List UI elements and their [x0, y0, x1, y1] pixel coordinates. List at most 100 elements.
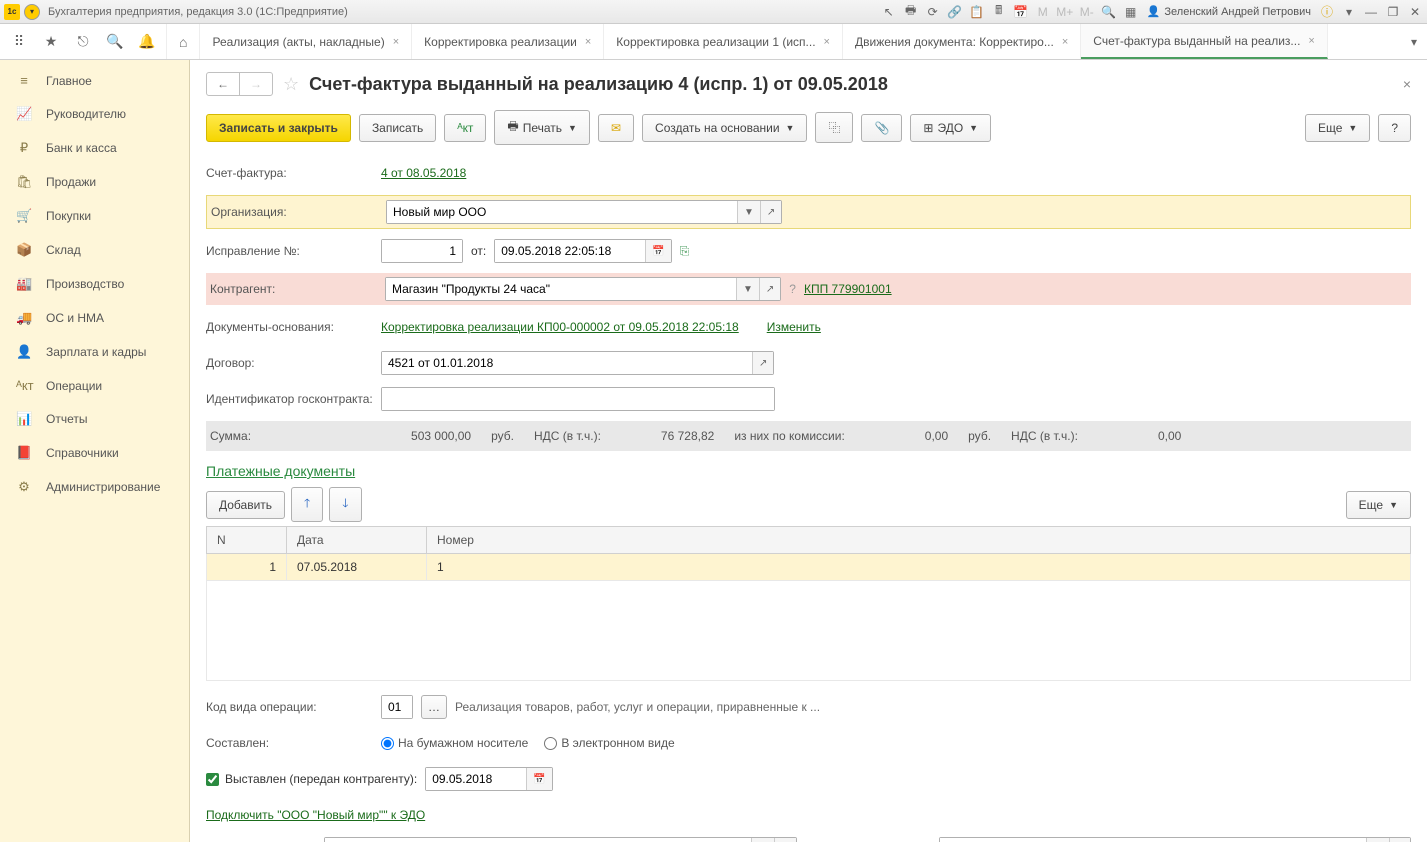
close-icon[interactable]: ×: [824, 36, 830, 48]
add-button[interactable]: Добавить: [206, 491, 285, 519]
home-icon[interactable]: ⌂: [179, 34, 187, 50]
open-icon[interactable]: ↗: [752, 352, 773, 374]
tab-dvizheniya[interactable]: Движения документа: Корректиро...×: [843, 24, 1081, 59]
apps-icon[interactable]: ⠿: [10, 33, 28, 50]
mail-button[interactable]: ✉: [598, 114, 634, 142]
sidebar-item-catalogs[interactable]: 📕Справочники: [0, 436, 189, 470]
calendar-icon[interactable]: 📅: [526, 768, 551, 790]
m-icon[interactable]: M: [1035, 4, 1051, 20]
sidebar-item-os[interactable]: 🚚ОС и НМА: [0, 301, 189, 335]
org-input[interactable]: [387, 201, 737, 223]
sidebar-item-warehouse[interactable]: 📦Склад: [0, 233, 189, 267]
back-button[interactable]: ←: [207, 73, 240, 95]
radio-electronic[interactable]: В электронном виде: [544, 736, 674, 750]
reg-icon[interactable]: ⎘: [680, 244, 690, 259]
info-icon[interactable]: ⓘ: [1319, 4, 1335, 20]
forward-button[interactable]: →: [240, 73, 272, 95]
col-n[interactable]: N: [207, 527, 287, 554]
corr-num-input[interactable]: [382, 240, 462, 262]
maximize-icon[interactable]: ❐: [1385, 4, 1401, 20]
contr-input[interactable]: [386, 278, 736, 300]
edo-button[interactable]: ⊞ЭДО▼: [910, 114, 991, 142]
sidebar-item-reports[interactable]: 📊Отчеты: [0, 402, 189, 436]
history-icon[interactable]: ⎋: [74, 33, 92, 50]
dropdown-icon[interactable]: ▼: [736, 278, 759, 300]
up-button[interactable]: 🡑: [291, 487, 323, 522]
change-link[interactable]: Изменить: [767, 320, 821, 334]
sidebar-item-bank[interactable]: ₽Банк и касса: [0, 131, 189, 165]
down-button[interactable]: 🡓: [329, 487, 361, 522]
sidebar-item-sales[interactable]: 🛍Продажи: [0, 165, 189, 199]
issued-checkbox[interactable]: Выставлен (передан контрагенту):: [206, 772, 417, 786]
basis-link[interactable]: Корректировка реализации КП00-000002 от …: [381, 320, 739, 334]
table-more-button[interactable]: Еще▼: [1346, 491, 1411, 519]
tab-realizatsiya[interactable]: Реализация (акты, накладные)×: [200, 24, 412, 59]
close-window-icon[interactable]: ✕: [1407, 4, 1423, 20]
kpp-link[interactable]: КПП 779901001: [804, 282, 892, 296]
m-plus-icon[interactable]: M+: [1057, 4, 1073, 20]
dropdown-icon[interactable]: ▼: [751, 838, 774, 842]
star-icon[interactable]: ★: [42, 33, 60, 50]
sidebar-item-manager[interactable]: 📈Руководителю: [0, 97, 189, 131]
accountant-input[interactable]: [940, 838, 1366, 842]
sidebar-item-purchases[interactable]: 🛒Покупки: [0, 199, 189, 233]
m-minus-icon[interactable]: M-: [1079, 4, 1095, 20]
more-button[interactable]: Еще▼: [1305, 114, 1370, 142]
sidebar-item-production[interactable]: 🏭Производство: [0, 267, 189, 301]
calendar-icon[interactable]: 📅: [1013, 4, 1029, 20]
sidebar-item-admin[interactable]: ⚙Администрирование: [0, 470, 189, 504]
refresh-icon[interactable]: ⟳: [925, 4, 941, 20]
dropdown-icon[interactable]: ▼: [1366, 838, 1389, 842]
open-icon[interactable]: ↗: [759, 278, 780, 300]
save-button[interactable]: Записать: [359, 114, 436, 142]
open-icon[interactable]: ↗: [774, 838, 795, 842]
col-num[interactable]: Номер: [427, 527, 1411, 554]
link-icon[interactable]: 🔗: [947, 4, 963, 20]
minimize-icon[interactable]: —: [1363, 4, 1379, 20]
tab-korrektirovka[interactable]: Корректировка реализации×: [412, 24, 604, 59]
user-label[interactable]: 👤 Зеленский Андрей Петрович: [1147, 5, 1311, 18]
issued-date-input[interactable]: [426, 768, 526, 790]
sidebar-item-operations[interactable]: ᴬкᴛОперации: [0, 369, 189, 402]
sidebar-item-salary[interactable]: 👤Зарплата и кадры: [0, 335, 189, 369]
close-icon[interactable]: ×: [1308, 35, 1314, 47]
info-dropdown-icon[interactable]: ▾: [1341, 4, 1357, 20]
open-icon[interactable]: ↗: [1389, 838, 1410, 842]
calculator-icon[interactable]: 🖩: [991, 4, 1007, 20]
structure-button[interactable]: ⿻: [815, 112, 853, 143]
connect-edo-link[interactable]: Подключить "ООО "Новый мир"" к ЭДО: [206, 808, 425, 822]
help-contr-icon[interactable]: ?: [789, 282, 796, 296]
code-input[interactable]: [382, 696, 412, 718]
col-date[interactable]: Дата: [287, 527, 427, 554]
sidebar-item-main[interactable]: ≡Главное: [0, 64, 189, 97]
attach-button[interactable]: 📎: [861, 114, 902, 142]
favorite-star-icon[interactable]: ☆: [283, 74, 299, 95]
table-row[interactable]: 1 07.05.2018 1: [207, 554, 1411, 581]
print-icon[interactable]: 🖶: [903, 4, 919, 20]
print-button[interactable]: 🖶Печать▼: [494, 110, 590, 145]
dropdown-icon[interactable]: ▼: [737, 201, 760, 223]
tab-menu-icon[interactable]: ▾: [1401, 24, 1427, 59]
calendar-icon[interactable]: 📅: [645, 240, 670, 262]
search-icon[interactable]: 🔍: [106, 33, 124, 50]
akt-button[interactable]: ᴬкᴛ: [444, 114, 486, 142]
bell-icon[interactable]: 🔔: [138, 33, 156, 50]
tab-korrektirovka-1[interactable]: Корректировка реализации 1 (исп...×: [604, 24, 843, 59]
sf-link[interactable]: 4 от 08.05.2018: [381, 166, 466, 180]
corr-date-input[interactable]: [495, 240, 645, 262]
radio-paper[interactable]: На бумажном носителе: [381, 736, 528, 750]
grid-icon[interactable]: ▦: [1123, 4, 1139, 20]
create-based-button[interactable]: Создать на основании▼: [642, 114, 807, 142]
close-icon[interactable]: ×: [1062, 36, 1068, 48]
close-icon[interactable]: ×: [585, 36, 591, 48]
close-icon[interactable]: ×: [393, 36, 399, 48]
open-icon[interactable]: ↗: [760, 201, 781, 223]
gos-input[interactable]: [382, 388, 774, 410]
tab-schet-faktura[interactable]: Счет-фактура выданный на реализ...×: [1081, 24, 1328, 59]
help-button[interactable]: ?: [1378, 114, 1411, 142]
close-page-icon[interactable]: ×: [1403, 76, 1411, 92]
zoom-icon[interactable]: 🔍: [1101, 4, 1117, 20]
contract-input[interactable]: [382, 352, 752, 374]
save-close-button[interactable]: Записать и закрыть: [206, 114, 351, 142]
clipboard-icon[interactable]: 📋: [969, 4, 985, 20]
